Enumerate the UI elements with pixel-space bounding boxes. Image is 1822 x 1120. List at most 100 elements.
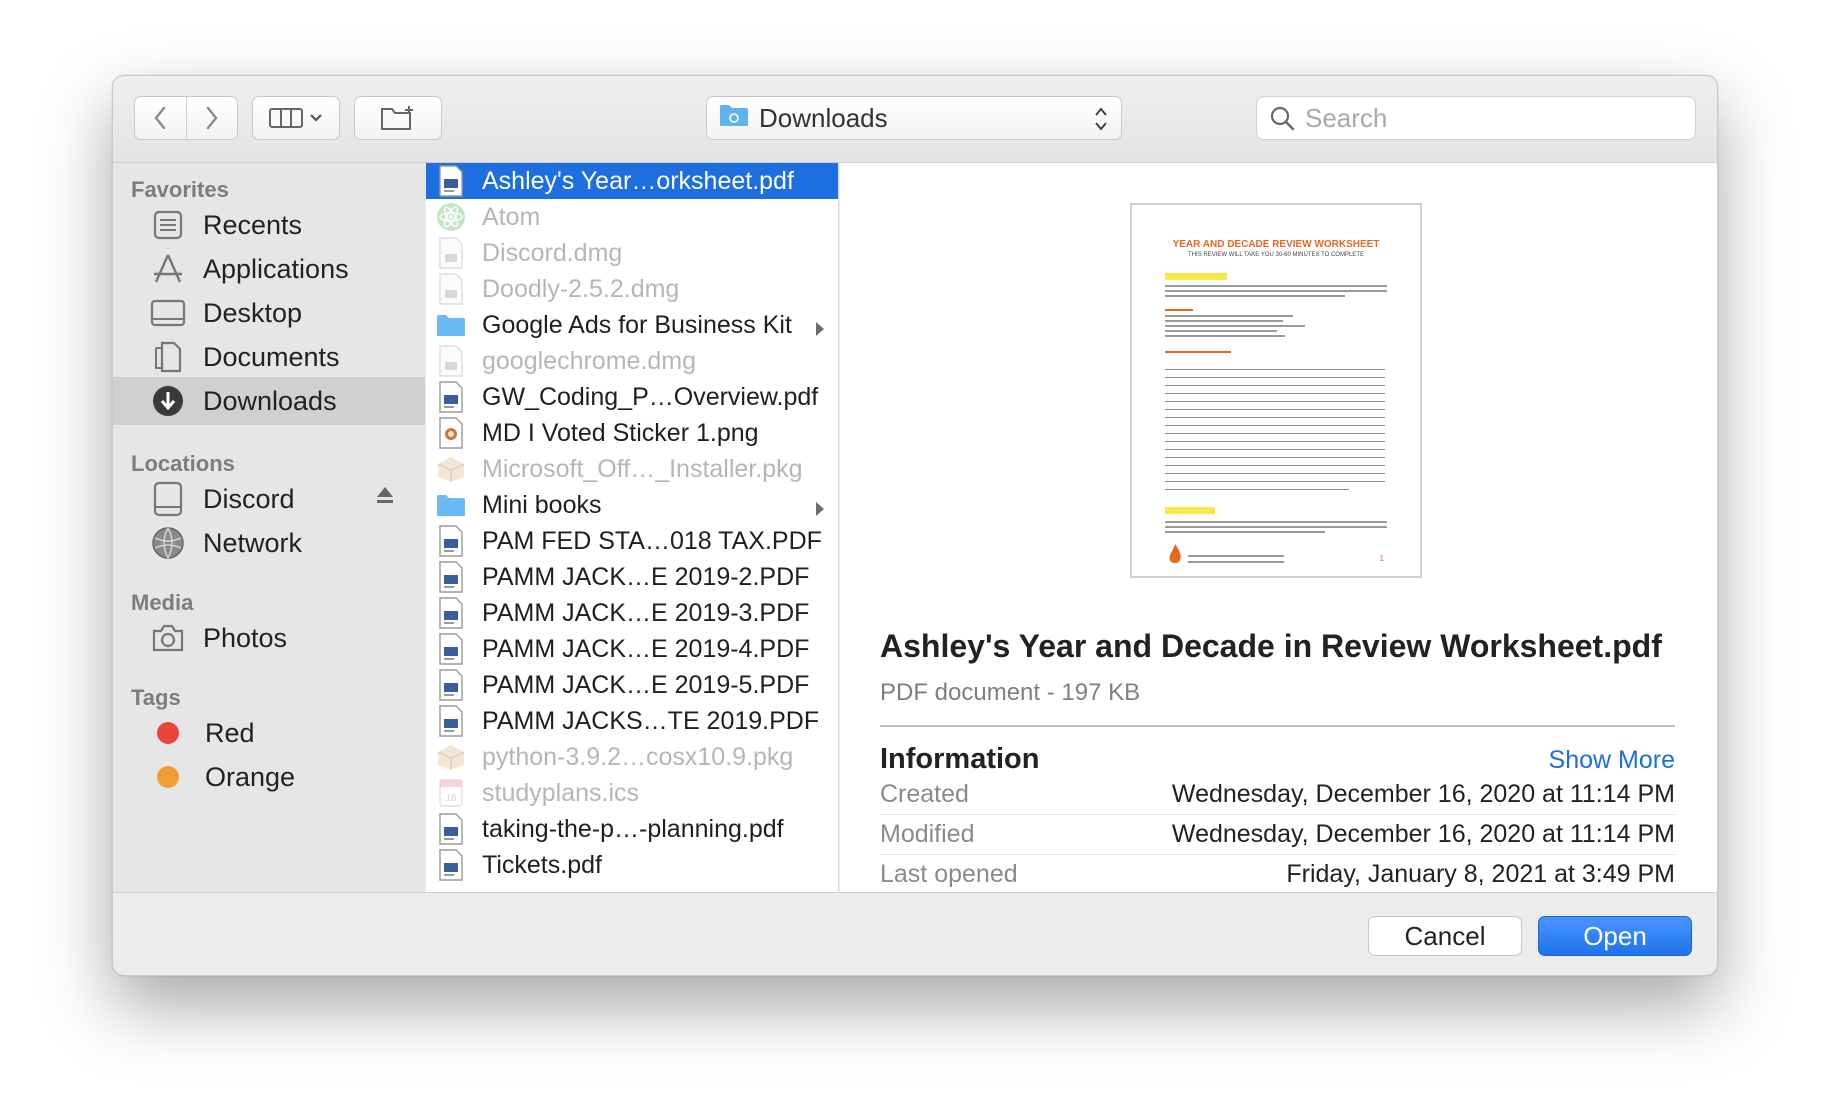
show-more-link[interactable]: Show More	[1549, 746, 1675, 775]
thumbnail-rule	[1165, 417, 1385, 418]
information-heading: Information	[880, 743, 1040, 775]
applications-icon	[149, 252, 187, 286]
sidebar-item-desktop[interactable]: Desktop	[113, 289, 425, 337]
thumbnail-text-line	[1165, 325, 1305, 327]
tag-red-dot	[157, 722, 179, 744]
file-name: taking-the-p…-planning.pdf	[482, 814, 784, 843]
sidebar-item-photos[interactable]: Photos	[113, 614, 425, 662]
package-icon	[436, 453, 466, 485]
preview-pane: YEAR AND DECADE REVIEW WORKSHEET THIS RE…	[840, 163, 1717, 892]
file-name: PAMM JACK…E 2019-3.PDF	[482, 598, 810, 627]
info-row-modified: Modified Wednesday, December 16, 2020 at…	[880, 815, 1675, 855]
file-row[interactable]: googlechrome.dmg	[426, 343, 838, 379]
file-row[interactable]: Doodly-2.5.2.dmg	[426, 271, 838, 307]
info-value: Wednesday, December 16, 2020 at 11:14 PM	[1171, 780, 1675, 808]
sidebar-tag-red[interactable]: Red	[113, 709, 425, 757]
pdf-file-icon	[436, 633, 466, 665]
file-row[interactable]: PAMM JACK…E 2019-3.PDF	[426, 595, 838, 631]
thumbnail-text-line	[1165, 315, 1293, 317]
file-row[interactable]: PAMM JACK…E 2019-2.PDF	[426, 559, 838, 595]
file-name: Atom	[482, 202, 541, 231]
thumbnail-rule	[1165, 481, 1385, 482]
chevron-down-icon	[310, 114, 322, 122]
location-popup[interactable]: Downloads	[706, 96, 1122, 140]
updown-arrows-icon	[1095, 107, 1107, 131]
thumbnail-title: YEAR AND DECADE REVIEW WORKSHEET	[1172, 239, 1380, 250]
sidebar-tag-orange[interactable]: Orange	[113, 753, 425, 801]
thumbnail-subtitle: THIS REVIEW WILL TAKE YOU 30-60 MINUTES …	[1188, 252, 1364, 258]
file-name: PAMM JACK…E 2019-5.PDF	[482, 670, 810, 699]
file-row[interactable]: Discord.dmg	[426, 235, 838, 271]
sidebar-item-downloads[interactable]: Downloads	[113, 377, 425, 425]
navigation-buttons	[134, 96, 238, 140]
file-row[interactable]: Google Ads for Business Kit	[426, 307, 838, 343]
back-button[interactable]	[135, 97, 186, 139]
sidebar-item-recents[interactable]: Recents	[113, 201, 425, 249]
file-row[interactable]: MD I Voted Sticker 1.png	[426, 415, 838, 451]
file-row[interactable]: Mini books	[426, 487, 838, 523]
pdf-file-icon	[436, 813, 466, 845]
file-row[interactable]: PAM FED STA…018 TAX.PDF	[426, 523, 838, 559]
file-row[interactable]: taking-the-p…-planning.pdf	[426, 811, 838, 847]
file-row[interactable]: PAMM JACK…E 2019-4.PDF	[426, 631, 838, 667]
sidebar-item-documents[interactable]: Documents	[113, 333, 425, 381]
file-row[interactable]: python-3.9.2…cosx10.9.pkg	[426, 739, 838, 775]
info-row-created: Created Wednesday, December 16, 2020 at …	[880, 775, 1675, 815]
folder-icon	[436, 309, 466, 341]
file-name: Microsoft_Off…_Installer.pkg	[482, 454, 803, 483]
search-input[interactable]: Search	[1256, 96, 1696, 140]
file-row[interactable]: Ashley's Year…orksheet.pdf	[426, 163, 838, 199]
preview-file-kind: PDF document - 197 KB	[880, 679, 1141, 706]
disk-icon	[149, 481, 187, 517]
media-heading: Media	[131, 590, 194, 615]
file-name: GW_Coding_P…Overview.pdf	[482, 382, 819, 411]
file-row[interactable]: Microsoft_Off…_Installer.pkg	[426, 451, 838, 487]
file-row[interactable]: Atom	[426, 199, 838, 235]
file-name: Tickets.pdf	[482, 850, 602, 879]
network-icon	[149, 526, 187, 560]
thumbnail-rule	[1165, 489, 1349, 490]
calendar-file-icon: 18	[436, 777, 466, 809]
sidebar-item-label: Desktop	[203, 297, 303, 328]
thumbnail-text-line	[1165, 295, 1345, 297]
open-button[interactable]: Open	[1538, 916, 1692, 956]
view-mode-button[interactable]	[252, 96, 340, 140]
sidebar-item-label: Red	[205, 717, 255, 748]
info-row-last-opened: Last opened Friday, January 8, 2021 at 3…	[880, 855, 1675, 892]
chevron-left-icon	[154, 106, 166, 130]
thumbnail-text-line	[1165, 335, 1285, 337]
file-name: PAMM JACK…E 2019-4.PDF	[482, 634, 810, 663]
pdf-file-icon	[436, 849, 466, 881]
thumbnail-rule	[1165, 449, 1385, 450]
file-name: studyplans.ics	[482, 778, 640, 807]
sidebar-item-label: Applications	[203, 253, 349, 284]
thumbnail-text-line	[1165, 521, 1387, 523]
sidebar-item-network[interactable]: Network	[113, 519, 425, 567]
thumbnail-page-number: 1	[1379, 554, 1384, 563]
thumbnail-highlight	[1165, 507, 1215, 514]
tags-heading: Tags	[131, 685, 181, 710]
file-row[interactable]: Tickets.pdf	[426, 847, 838, 883]
thumbnail-text-line	[1165, 285, 1387, 287]
location-label: Downloads	[759, 102, 888, 133]
thumbnail-rule	[1165, 393, 1385, 394]
thumbnail-rule	[1165, 385, 1385, 386]
thumbnail-highlight	[1165, 273, 1227, 280]
file-row[interactable]: PAMM JACK…E 2019-5.PDF	[426, 667, 838, 703]
file-row[interactable]: 18 studyplans.ics	[426, 775, 838, 811]
file-row[interactable]: PAMM JACKS…TE 2019.PDF	[426, 703, 838, 739]
file-name: PAMM JACK…E 2019-2.PDF	[482, 562, 810, 591]
folder-icon	[436, 489, 466, 521]
sidebar-item-label: Documents	[203, 341, 340, 372]
info-key: Created	[880, 780, 969, 808]
file-row[interactable]: GW_Coding_P…Overview.pdf	[426, 379, 838, 415]
disclosure-arrow-icon	[814, 496, 826, 525]
sidebar-item-applications[interactable]: Applications	[113, 245, 425, 293]
eject-icon[interactable]	[375, 485, 395, 507]
forward-button[interactable]	[186, 97, 237, 139]
thumbnail-text-line	[1165, 309, 1193, 311]
cancel-button[interactable]: Cancel	[1368, 916, 1522, 956]
sidebar-item-discord[interactable]: Discord	[113, 475, 425, 523]
disk-image-icon	[436, 237, 466, 269]
new-folder-button[interactable]	[354, 96, 442, 140]
